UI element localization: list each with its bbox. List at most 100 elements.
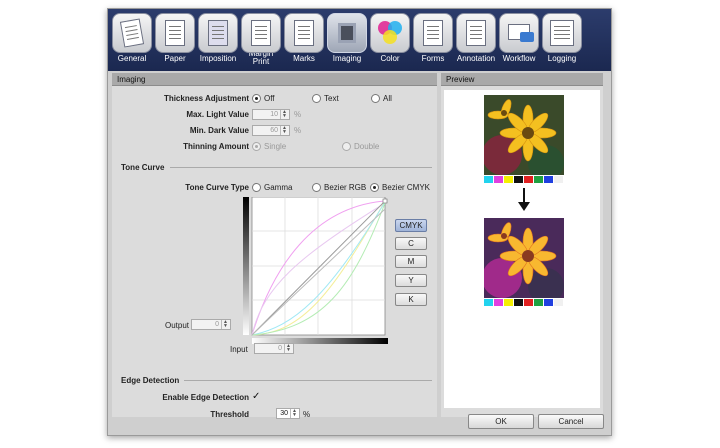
swatch — [534, 299, 543, 306]
section-divider — [170, 167, 432, 168]
imaging-icon — [327, 13, 367, 53]
min-dark-value: 60 — [270, 127, 278, 134]
stepper-arrows-icon[interactable]: ▲ ▼ — [284, 344, 292, 353]
ok-button[interactable]: OK — [468, 414, 534, 429]
tab-imaging[interactable]: Imaging — [326, 13, 368, 69]
channel-y-button[interactable]: Y — [395, 274, 427, 287]
swatch — [504, 176, 513, 183]
bezier-cmyk-label: Bezier CMYK — [382, 183, 431, 192]
preview-canvas — [444, 90, 600, 408]
swatch — [514, 176, 523, 183]
threshold-label: Threshold — [210, 410, 249, 419]
percent-unit: % — [294, 126, 302, 135]
thinning-double-radio[interactable] — [342, 142, 351, 151]
swatch — [534, 176, 543, 183]
input-label: Input — [230, 345, 248, 354]
bezier-cmyk-radio[interactable] — [370, 183, 379, 192]
tab-paper[interactable]: Paper — [154, 13, 196, 69]
tab-margin-print[interactable]: Margin Print — [240, 13, 282, 69]
settings-toolbar: General Paper Imposition Margin Print Ma… — [108, 9, 611, 71]
swatch — [504, 299, 513, 306]
thickness-text-radio[interactable] — [312, 94, 321, 103]
preview-panel-header: Preview — [441, 73, 603, 86]
preview-processed-image — [484, 218, 564, 298]
swatch — [554, 299, 563, 306]
preview-panel — [441, 86, 603, 417]
tab-label: Workflow — [502, 54, 536, 63]
thickness-label: Thickness Adjustment — [163, 94, 249, 103]
thickness-all-label: All — [383, 94, 392, 103]
min-dark-stepper[interactable]: 60 ▲ ▼ — [252, 125, 290, 136]
thinning-single-label: Single — [264, 142, 287, 151]
tab-forms[interactable]: Forms — [412, 13, 454, 69]
tab-general[interactable]: General — [111, 13, 153, 69]
tab-label: Logging — [547, 54, 577, 63]
imaging-panel-header: Imaging — [112, 73, 437, 86]
stepper-arrows-icon[interactable]: ▲ ▼ — [280, 110, 288, 119]
swatch — [554, 176, 563, 183]
swatch — [484, 176, 493, 183]
curve-endpoint-handle — [382, 198, 388, 204]
thinning-label: Thinning Amount — [183, 142, 249, 151]
percent-unit: % — [303, 410, 311, 419]
preview-processed-swatches — [484, 299, 564, 306]
tone-curve-editor[interactable] — [243, 197, 389, 345]
general-icon — [112, 13, 152, 53]
swatch — [494, 299, 503, 306]
imaging-panel: Thickness Adjustment Off Text All Max. L… — [112, 86, 437, 419]
input-stepper[interactable]: 0 ▲ ▼ — [254, 343, 294, 354]
stepper-arrows-icon[interactable]: ▲ ▼ — [221, 320, 229, 329]
tab-color[interactable]: Color — [369, 13, 411, 69]
channel-c-button[interactable]: C — [395, 237, 427, 250]
arrow-head — [518, 202, 530, 211]
percent-unit: % — [294, 110, 302, 119]
swatch — [484, 299, 493, 306]
output-stepper[interactable]: 0 ▲ ▼ — [191, 319, 231, 330]
tab-annotation[interactable]: Annotation — [455, 13, 497, 69]
channel-cmyk-button[interactable]: CMYK — [395, 219, 427, 232]
thickness-off-label: Off — [264, 94, 275, 103]
thickness-all-radio[interactable] — [371, 94, 380, 103]
cancel-button[interactable]: Cancel — [538, 414, 604, 429]
output-value: 0 — [215, 321, 219, 328]
tab-workflow[interactable]: Workflow — [498, 13, 540, 69]
thinning-single-radio[interactable] — [252, 142, 261, 151]
tab-marks[interactable]: Marks — [283, 13, 325, 69]
logging-icon — [542, 13, 582, 53]
input-value: 0 — [278, 345, 282, 352]
tab-label: Imaging — [332, 54, 362, 63]
stepper-arrows-icon[interactable]: ▲ ▼ — [280, 126, 288, 135]
enable-edge-detection-label: Enable Edge Detection — [162, 393, 249, 402]
max-light-label: Max. Light Value — [186, 110, 249, 119]
enable-edge-detection-checkbox[interactable]: ✓ — [252, 392, 262, 402]
section-divider — [184, 380, 432, 381]
swatch — [544, 299, 553, 306]
bezier-rgb-label: Bezier RGB — [324, 183, 367, 192]
threshold-stepper[interactable]: 30 ▲ ▼ — [276, 408, 300, 419]
thickness-text-label: Text — [324, 94, 339, 103]
paper-icon — [155, 13, 195, 53]
swatch — [524, 299, 533, 306]
gamma-radio[interactable] — [252, 183, 261, 192]
max-light-value: 10 — [270, 111, 278, 118]
max-light-stepper[interactable]: 10 ▲ ▼ — [252, 109, 290, 120]
tone-curve-type-label: Tone Curve Type — [185, 183, 249, 192]
thickness-off-radio[interactable] — [252, 94, 261, 103]
swatch — [514, 299, 523, 306]
tab-label: Color — [380, 54, 400, 63]
channel-k-button[interactable]: K — [395, 293, 427, 306]
annotation-icon — [456, 13, 496, 53]
imposition-icon — [198, 13, 238, 53]
tab-imposition[interactable]: Imposition — [197, 13, 239, 69]
tab-label: Forms — [421, 54, 445, 63]
threshold-value: 30 — [280, 410, 288, 417]
tone-curve-section-title: Tone Curve — [121, 163, 165, 172]
channel-m-button[interactable]: M — [395, 255, 427, 268]
bezier-rgb-radio[interactable] — [312, 183, 321, 192]
output-label: Output — [165, 321, 190, 330]
stepper-arrows-icon[interactable]: ▲ ▼ — [290, 409, 298, 418]
margin-print-icon — [241, 13, 281, 53]
tab-logging[interactable]: Logging — [541, 13, 583, 69]
preview-original-swatches — [484, 176, 564, 183]
workflow-icon — [499, 13, 539, 53]
